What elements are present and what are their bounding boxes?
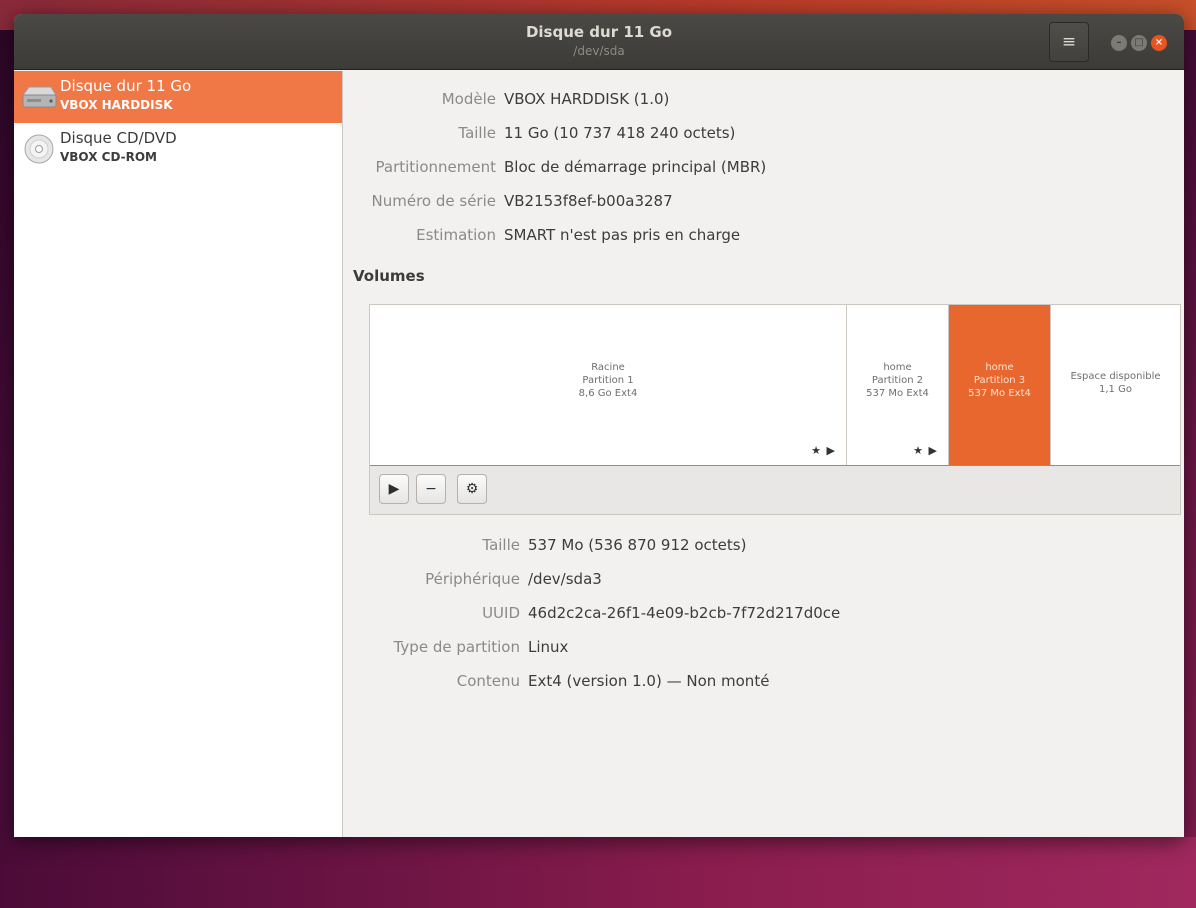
volumes-heading: Volumes bbox=[353, 267, 425, 285]
partition-size-value: 537 Mo (536 870 912 octets) bbox=[528, 536, 747, 554]
optical-disc-icon bbox=[24, 134, 54, 164]
partition-contents-value: Ext4 (version 1.0) — Non monté bbox=[528, 672, 770, 690]
disk-serial-value: VB2153f8ef-b00a3287 bbox=[504, 192, 673, 210]
disk-model-value: VBOX HARDDISK (1.0) bbox=[504, 90, 670, 108]
close-icon: × bbox=[1154, 37, 1164, 48]
drive-list: Disque dur 11 Go VBOX HARDDISK Disque CD… bbox=[14, 71, 343, 837]
close-button[interactable]: × bbox=[1151, 35, 1167, 51]
segment-text: home Partition 3 537 Mo Ext4 bbox=[949, 361, 1050, 400]
minus-icon: − bbox=[425, 481, 437, 497]
disk-size-label: Taille bbox=[458, 124, 496, 142]
segment-line: home bbox=[985, 362, 1014, 373]
drive-model: VBOX HARDDISK bbox=[60, 98, 173, 112]
segment-line: 537 Mo Ext4 bbox=[866, 388, 929, 399]
maximize-icon: □ bbox=[1134, 37, 1144, 48]
mount-status-icons: ★ ▶ bbox=[811, 444, 836, 457]
segment-text: Racine Partition 1 8,6 Go Ext4 bbox=[370, 361, 846, 400]
segment-line: Partition 1 bbox=[582, 375, 634, 386]
volume-toolbar: ▶ − ⚙ bbox=[370, 465, 1180, 514]
disk-serial-row: Numéro de série VB2153f8ef-b00a3287 bbox=[344, 192, 673, 210]
partition-type-value: Linux bbox=[528, 638, 569, 656]
disk-assessment-row: Estimation SMART n'est pas pris en charge bbox=[344, 226, 740, 244]
segment-text: Espace disponible 1,1 Go bbox=[1051, 370, 1180, 396]
partition-device-value: /dev/sda3 bbox=[528, 570, 602, 588]
minimize-icon: – bbox=[1116, 37, 1122, 48]
hamburger-menu-icon: ≡ bbox=[1061, 32, 1077, 52]
partition-uuid-value: 46d2c2ca-26f1-4e09-b2cb-7f72d217d0ce bbox=[528, 604, 841, 622]
drive-item-hard-disk[interactable]: Disque dur 11 Go VBOX HARDDISK bbox=[14, 71, 342, 123]
partition-device-row: Périphérique/dev/sda3 bbox=[344, 570, 602, 588]
segment-line: Espace disponible bbox=[1070, 371, 1161, 382]
disk-model-label: Modèle bbox=[441, 90, 496, 108]
volume-graph: Racine Partition 1 8,6 Go Ext4 ★ ▶ home … bbox=[369, 304, 1181, 515]
gears-icon: ⚙ bbox=[465, 481, 479, 497]
desktop-background-bottom bbox=[0, 837, 1196, 908]
delete-partition-button[interactable]: − bbox=[416, 474, 446, 504]
partition-settings-button[interactable]: ⚙ bbox=[457, 474, 487, 504]
play-icon: ▶ bbox=[388, 481, 400, 497]
drive-model: VBOX CD-ROM bbox=[60, 150, 157, 164]
partition-type-row: Type de partition Linux bbox=[344, 638, 569, 656]
disk-partitioning-label: Partitionnement bbox=[375, 158, 496, 176]
mount-status-icons: ★ ▶ bbox=[913, 444, 938, 457]
drive-name: Disque CD/DVD bbox=[60, 129, 177, 147]
volume-segment-partition-1[interactable]: Racine Partition 1 8,6 Go Ext4 ★ ▶ bbox=[370, 305, 847, 465]
disk-assessment-value: SMART n'est pas pris en charge bbox=[504, 226, 741, 244]
segment-line: Partition 3 bbox=[973, 375, 1026, 386]
maximize-button[interactable]: □ bbox=[1131, 35, 1147, 51]
drive-details: Modèle VBOX HARDDISK (1.0) Taille 11 Go (1… bbox=[344, 71, 1184, 837]
volume-segment-free-space[interactable]: Espace disponible 1,1 Go bbox=[1051, 305, 1180, 465]
title-block: Disque dur 11 Go /dev/sda bbox=[14, 23, 1184, 58]
drive-item-cd-dvd[interactable]: Disque CD/DVD VBOX CD-ROM bbox=[14, 123, 342, 175]
volume-segment-partition-2[interactable]: home Partition 2 537 Mo Ext4 ★ ▶ bbox=[847, 305, 949, 465]
disk-size-row: Taille 11 Go (10 737 418 240 octets) bbox=[344, 124, 735, 142]
disks-window: Disque dur 11 Go /dev/sda ≡ – □ × Disque… bbox=[14, 14, 1184, 837]
mount-button[interactable]: ▶ bbox=[379, 474, 409, 504]
disk-partitioning-row: Partitionnement Bloc de démarrage princip… bbox=[344, 158, 767, 176]
segment-line: 8,6 Go Ext4 bbox=[578, 388, 638, 399]
volume-segment-partition-3[interactable]: home Partition 3 537 Mo Ext4 bbox=[949, 305, 1051, 465]
segment-line: 537 Mo Ext4 bbox=[968, 388, 1031, 399]
disk-partitioning-value: Bloc de démarrage principal (MBR) bbox=[504, 158, 767, 176]
segment-line: Racine bbox=[591, 362, 625, 373]
partition-uuid-label: UUID bbox=[482, 604, 520, 622]
disk-size-value: 11 Go (10 737 418 240 octets) bbox=[504, 124, 736, 142]
menu-button[interactable]: ≡ bbox=[1049, 22, 1089, 62]
segment-line: home bbox=[883, 362, 912, 373]
window-subtitle: /dev/sda bbox=[573, 44, 625, 58]
window-title: Disque dur 11 Go bbox=[525, 23, 673, 41]
disk-model-row: Modèle VBOX HARDDISK (1.0) bbox=[344, 90, 670, 108]
hard-disk-icon bbox=[22, 86, 57, 108]
volume-bar: Racine Partition 1 8,6 Go Ext4 ★ ▶ home … bbox=[370, 305, 1180, 465]
segment-text: home Partition 2 537 Mo Ext4 bbox=[847, 361, 948, 400]
partition-type-label: Type de partition bbox=[393, 638, 520, 656]
partition-size-row: Taille 537 Mo (536 870 912 octets) bbox=[344, 536, 746, 554]
segment-line: 1,1 Go bbox=[1099, 384, 1132, 395]
partition-uuid-row: UUID 46d2c2ca-26f1-4e09-b2cb-7f72d217d0ce bbox=[344, 604, 840, 622]
segment-line: Partition 2 bbox=[871, 375, 924, 386]
partition-size-label: Taille bbox=[482, 536, 520, 554]
minimize-button[interactable]: – bbox=[1111, 35, 1127, 51]
partition-device-label: Périphérique bbox=[425, 570, 520, 588]
header-bar: Disque dur 11 Go /dev/sda ≡ – □ × bbox=[14, 14, 1184, 70]
disk-serial-label: Numéro de série bbox=[371, 192, 496, 210]
drive-name: Disque dur 11 Go bbox=[60, 77, 192, 95]
partition-contents-row: Contenu Ext4 (version 1.0) — Non monté bbox=[344, 672, 770, 690]
disk-assessment-label: Estimation bbox=[416, 226, 496, 244]
partition-contents-label: Contenu bbox=[456, 672, 520, 690]
